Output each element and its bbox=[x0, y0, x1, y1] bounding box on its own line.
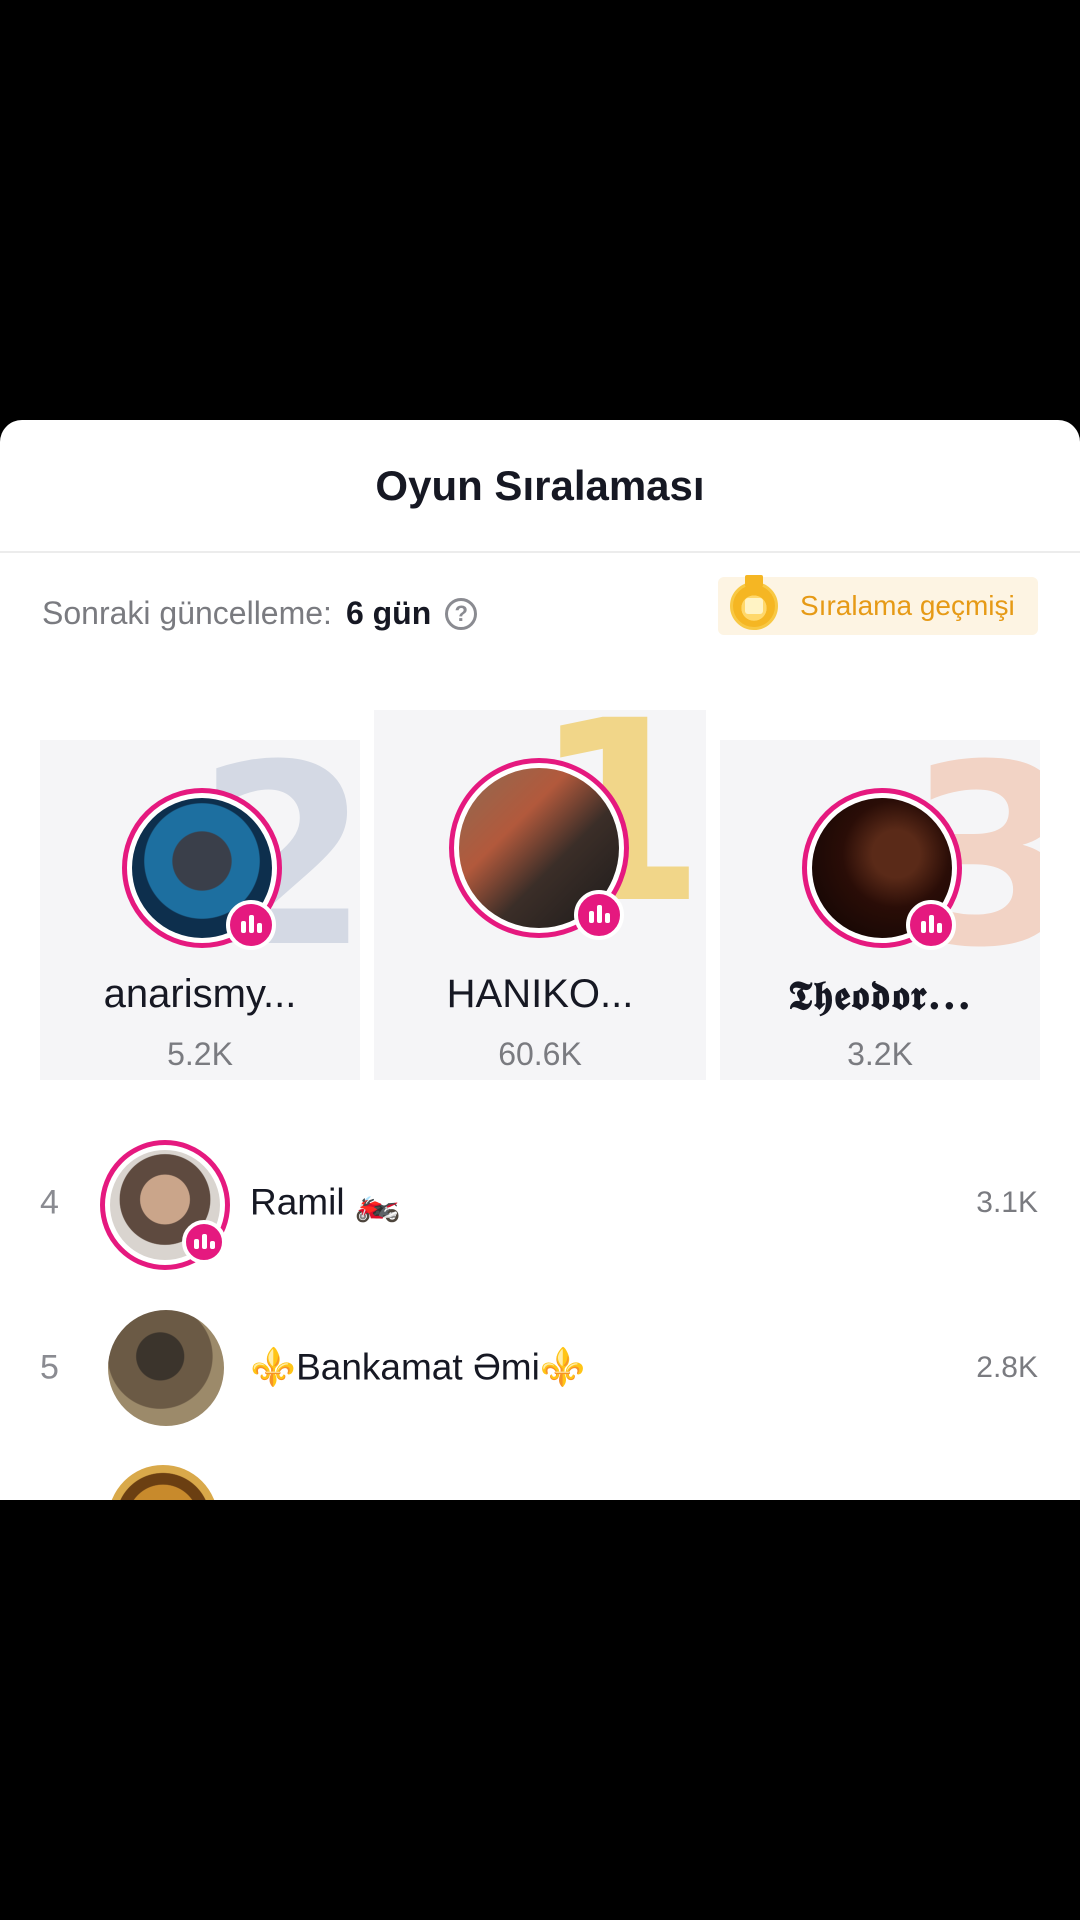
podium-card-rank-2[interactable]: 2 anarismy... 5.2K bbox=[40, 740, 360, 1080]
leaderboard-sheet: Oyun Sıralaması Sonraki güncelleme: 6 gü… bbox=[0, 420, 1080, 1500]
podium-score: 60.6K bbox=[498, 1036, 582, 1072]
list-rank: 5 bbox=[40, 1348, 59, 1386]
bottom-overlay bbox=[0, 1500, 1080, 1920]
podium-name: HANIKO... bbox=[446, 972, 634, 1016]
list-rank: 4 bbox=[40, 1183, 59, 1221]
subheader-bar: Sonraki güncelleme: 6 gün ? Sıralama geç… bbox=[0, 555, 1080, 675]
podium-card-rank-3[interactable]: 3 𝕿𝖍𝖊𝖔𝖉𝖔𝖗... 3.2K bbox=[720, 740, 1040, 1080]
podium: 2 anarismy... 5.2K 1 HANIKO... 60.6K 3 bbox=[0, 710, 1080, 1100]
next-update-info: Sonraki güncelleme: 6 gün ? bbox=[42, 595, 478, 632]
next-update-value: 6 gün bbox=[345, 595, 432, 631]
list-name: ⚜️Bankamat Əmi⚜️ bbox=[250, 1346, 586, 1387]
next-update-label: Sonraki güncelleme: bbox=[42, 595, 332, 631]
podium-score: 3.2K bbox=[847, 1036, 913, 1072]
list-score: 2.8K bbox=[976, 1350, 1038, 1384]
ranking-list: 4 Ramil 🏍️ 3.1K 5 ⚜️Bankamat Əmi⚜️ 2.8K bbox=[0, 1120, 1080, 1450]
medal-icon bbox=[730, 575, 778, 630]
podium-card-rank-1[interactable]: 1 HANIKO... 60.6K bbox=[374, 710, 706, 1080]
list-name: Ramil 🏍️ bbox=[250, 1181, 401, 1222]
podium-score: 5.2K bbox=[167, 1036, 233, 1072]
list-item[interactable]: 5 ⚜️Bankamat Əmi⚜️ 2.8K bbox=[0, 1285, 1080, 1450]
live-audio-icon bbox=[226, 900, 276, 950]
live-audio-icon bbox=[906, 900, 956, 950]
live-audio-icon bbox=[574, 890, 624, 940]
question-circle-icon[interactable]: ? bbox=[445, 597, 478, 630]
sheet-header: Oyun Sıralaması bbox=[0, 420, 1080, 553]
podium-name: anarismy... bbox=[103, 972, 297, 1016]
avatar[interactable] bbox=[108, 1310, 224, 1426]
podium-name: 𝕿𝖍𝖊𝖔𝖉𝖔𝖗... bbox=[787, 972, 973, 1019]
ranking-history-button[interactable]: Sıralama geçmişi bbox=[718, 575, 1038, 635]
page-title: Oyun Sıralaması bbox=[375, 461, 705, 509]
avatar[interactable] bbox=[108, 1465, 218, 1500]
ranking-history-label: Sıralama geçmişi bbox=[800, 590, 1015, 621]
list-score: 3.1K bbox=[976, 1185, 1038, 1219]
live-audio-icon bbox=[182, 1220, 226, 1264]
list-item[interactable]: 4 Ramil 🏍️ 3.1K bbox=[0, 1120, 1080, 1285]
